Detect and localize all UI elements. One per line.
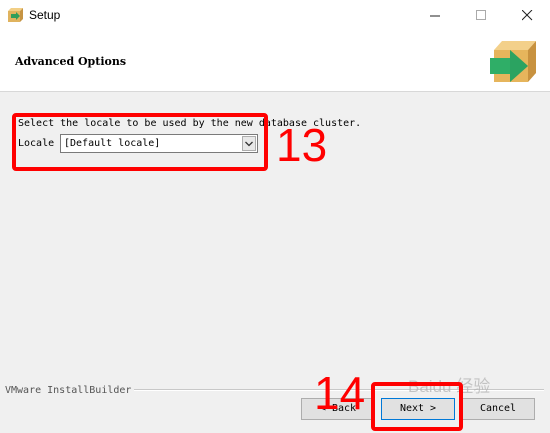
package-box-icon: [490, 41, 536, 82]
page-title: Advanced Options: [15, 55, 127, 68]
setup-app-icon: [8, 8, 23, 22]
close-icon: [521, 9, 532, 20]
annotation-box-13: [12, 113, 268, 171]
maximize-button[interactable]: [458, 0, 504, 30]
annotation-number-14: 14: [314, 367, 366, 419]
maximize-icon: [475, 9, 486, 20]
annotation-box-14: [371, 382, 463, 431]
annotation-number-13: 13: [276, 119, 328, 171]
title-bar: Setup: [0, 0, 550, 30]
wizard-header: Advanced Options: [0, 30, 550, 92]
window-title: Setup: [29, 8, 61, 22]
minimize-button[interactable]: [412, 0, 458, 30]
close-button[interactable]: [504, 0, 550, 30]
minimize-icon: [429, 15, 440, 16]
cancel-button[interactable]: Cancel: [461, 398, 535, 420]
installbuilder-brand: VMware InstallBuilder: [5, 385, 132, 396]
